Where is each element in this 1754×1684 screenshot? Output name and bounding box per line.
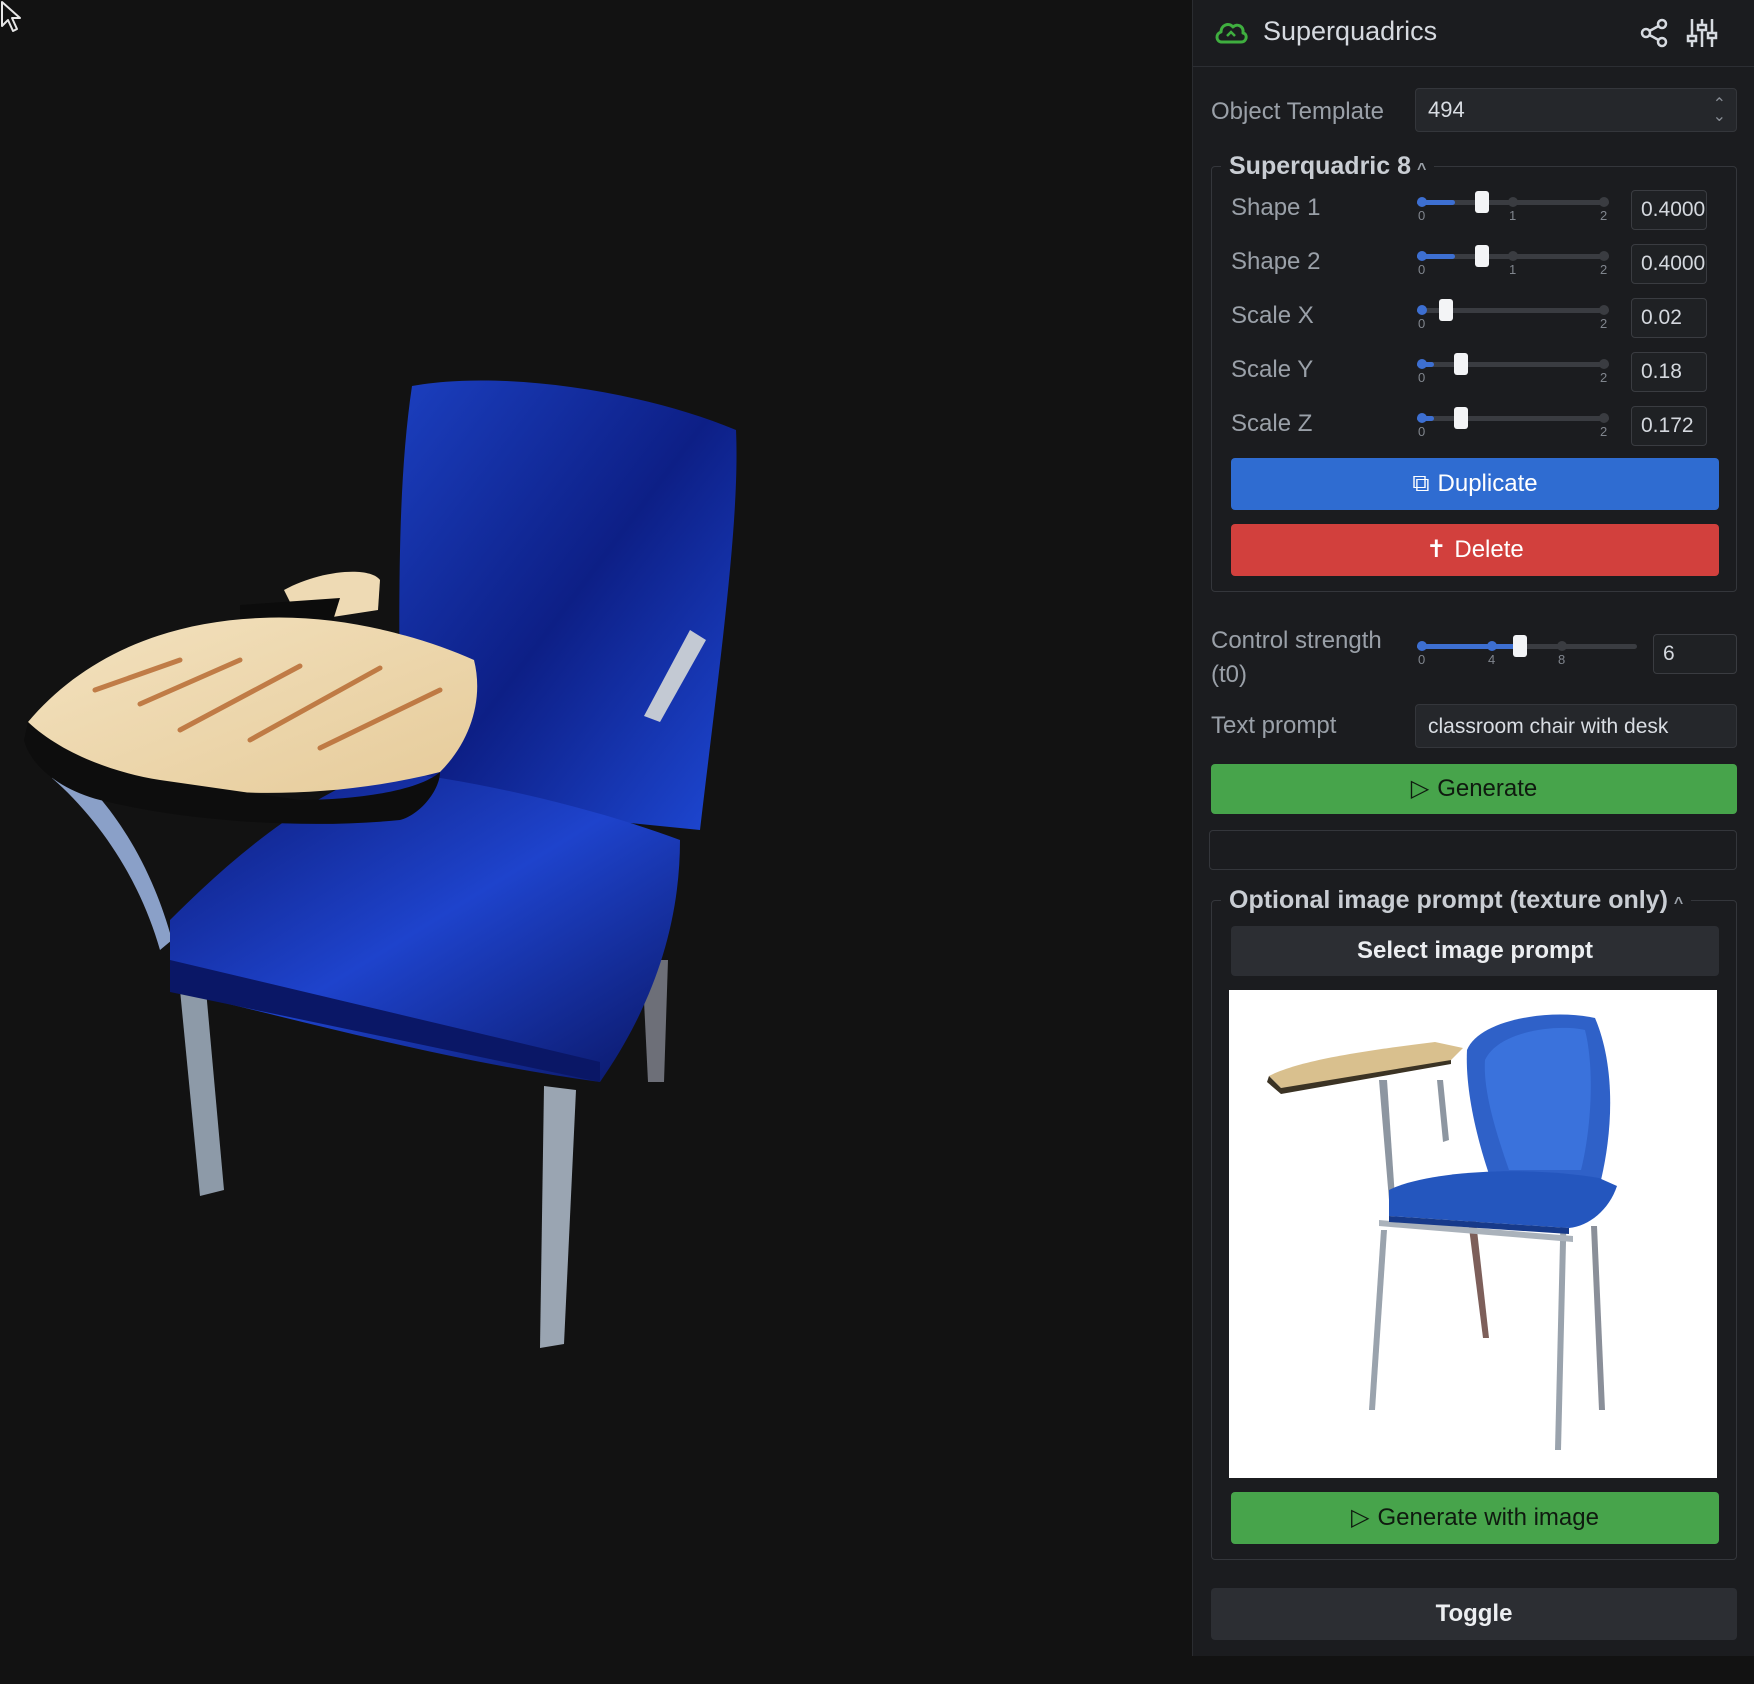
text-prompt-label: Text prompt — [1211, 712, 1337, 739]
slider-thumb[interactable] — [1475, 245, 1490, 267]
slider-tick — [1599, 305, 1609, 315]
generate-button[interactable]: ▷ Generate — [1211, 764, 1737, 814]
slider-tick — [1417, 413, 1427, 423]
slider-tick-label: 0 — [1418, 652, 1426, 667]
object-template-value: 494 — [1428, 97, 1465, 122]
output-status-box — [1209, 830, 1737, 870]
slider-tick-label: 1 — [1509, 208, 1517, 223]
slider-tick-label: 2 — [1600, 316, 1608, 331]
rendered-chair-model — [24, 380, 737, 1348]
slider-tick-label: 2 — [1600, 262, 1608, 277]
trash-icon: ✝ — [1426, 536, 1447, 563]
slider-tick-label: 4 — [1488, 652, 1496, 667]
slider-value-input[interactable]: 0.02 — [1631, 298, 1707, 338]
slider-track[interactable] — [1417, 416, 1609, 421]
object-template-label: Object Template — [1211, 98, 1384, 125]
image-prompt-preview — [1229, 990, 1717, 1478]
slider-tick — [1599, 197, 1609, 207]
generate-label: Generate — [1437, 775, 1538, 802]
slider-tick — [1557, 641, 1567, 651]
image-prompt-title-text: Optional image prompt (texture only) — [1229, 886, 1668, 914]
generate-with-image-label: Generate with image — [1377, 1504, 1599, 1531]
slider-track[interactable] — [1417, 362, 1609, 367]
slider-tick-label: 0 — [1418, 208, 1426, 223]
select-image-prompt-button[interactable]: Select image prompt — [1231, 926, 1719, 976]
collapse-caret-icon: ^ — [1673, 895, 1684, 912]
slider-tick-label: 0 — [1418, 316, 1426, 331]
slider-thumb[interactable] — [1454, 353, 1469, 375]
copy-icon: ⧉ — [1412, 470, 1430, 497]
slider-value-input[interactable]: 0.18 — [1631, 352, 1707, 392]
mouse-cursor-icon — [1, 1, 21, 32]
slider-label: Scale Z — [1231, 410, 1313, 437]
slider-tick — [1417, 197, 1427, 207]
control-strength-label: Control strength (t0) — [1211, 624, 1382, 692]
control-strength-label-line2: (t0) — [1211, 661, 1247, 688]
slider-thumb[interactable] — [1438, 299, 1453, 321]
slider-tick — [1487, 641, 1497, 651]
superquadric-title-text: Superquadric 8 — [1229, 152, 1411, 180]
slider-value-input[interactable]: 0.4000 — [1631, 190, 1707, 230]
superquadric-title[interactable]: Superquadric 8 ^ — [1221, 152, 1435, 181]
slider-tick — [1508, 251, 1518, 261]
slider-tick — [1599, 359, 1609, 369]
duplicate-button[interactable]: ⧉ Duplicate — [1231, 458, 1719, 510]
slider-tick — [1599, 251, 1609, 261]
text-prompt-input[interactable]: classroom chair with desk — [1415, 704, 1737, 748]
slider-label: Shape 1 — [1231, 194, 1321, 221]
slider-tick — [1599, 413, 1609, 423]
slider-tick — [1417, 251, 1427, 261]
duplicate-label: Duplicate — [1437, 470, 1538, 497]
chair-reference-image — [1267, 1014, 1617, 1450]
3d-viewport[interactable] — [0, 0, 1192, 1684]
slider-tick-label: 2 — [1600, 370, 1608, 385]
slider-label: Scale X — [1231, 302, 1314, 329]
slider-value-input[interactable]: 0.4000 — [1631, 244, 1707, 284]
image-prompt-title[interactable]: Optional image prompt (texture only) ^ — [1221, 886, 1692, 915]
slider-tick-label: 0 — [1418, 370, 1426, 385]
control-panel: Superquadrics Object Template 494 ⌃ ⌄ Sup… — [1192, 0, 1754, 1656]
slider-thumb[interactable] — [1453, 407, 1468, 429]
slider-tick — [1417, 641, 1427, 651]
cloud-sync-logo-icon — [1215, 23, 1248, 44]
control-strength-input[interactable]: 6 — [1653, 634, 1737, 674]
collapse-caret-icon: ^ — [1417, 161, 1427, 178]
slider-tick — [1417, 305, 1427, 315]
slider-label: Shape 2 — [1231, 248, 1321, 275]
app-title: Superquadrics — [1263, 16, 1438, 46]
slider-label: Scale Y — [1231, 356, 1314, 383]
share-icon[interactable] — [1637, 16, 1671, 50]
slider-fill — [1417, 644, 1527, 649]
panel-header: Superquadrics — [1193, 0, 1754, 67]
slider-thumb[interactable] — [1513, 635, 1527, 657]
control-strength-label-line1: Control strength — [1211, 627, 1382, 654]
play-icon: ▷ — [1410, 775, 1430, 802]
slider-tick-label: 2 — [1600, 424, 1608, 439]
slider-tick-label: 8 — [1558, 652, 1566, 667]
delete-label: Delete — [1454, 536, 1524, 563]
toggle-button[interactable]: Toggle — [1211, 1588, 1737, 1640]
slider-tick-label: 1 — [1509, 262, 1517, 277]
slider-value-input[interactable]: 0.172 — [1631, 406, 1707, 446]
slider-tick-label: 0 — [1418, 262, 1426, 277]
slider-tick — [1508, 197, 1518, 207]
select-arrows-icon: ⌃ ⌄ — [1712, 96, 1726, 125]
bottom-border — [0, 1656, 1754, 1684]
slider-tick-label: 0 — [1418, 424, 1426, 439]
delete-button[interactable]: ✝ Delete — [1231, 524, 1719, 576]
slider-tick — [1417, 359, 1427, 369]
slider-thumb[interactable] — [1475, 191, 1490, 213]
object-template-select[interactable]: 494 ⌃ ⌄ — [1415, 88, 1737, 132]
settings-sliders-icon[interactable] — [1685, 16, 1719, 50]
slider-tick-label: 2 — [1600, 208, 1608, 223]
play-icon: ▷ — [1351, 1504, 1370, 1531]
generate-with-image-button[interactable]: ▷ Generate with image — [1231, 1492, 1719, 1544]
